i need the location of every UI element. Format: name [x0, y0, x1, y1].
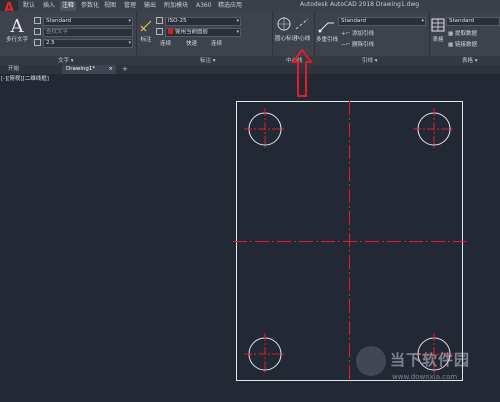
watermark-url: www.downxia.com [392, 373, 458, 381]
watermark-logo-icon [356, 346, 386, 376]
watermark-title: 当下软件园 [390, 351, 471, 369]
annotation-arrow-icon [291, 48, 313, 97]
autocad-window: A 默认 插入 注释 参数化 视图 管理 输出 附加模块 A360 精选应用 A… [0, 0, 500, 402]
